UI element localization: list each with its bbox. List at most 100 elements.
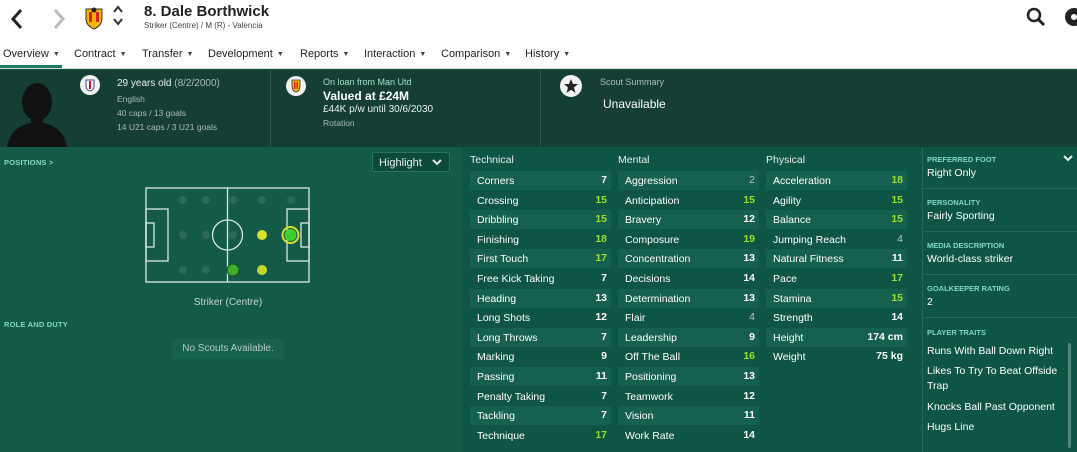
chevron-down-icon: ▼ bbox=[504, 51, 512, 58]
attribute-value: 15 bbox=[595, 193, 607, 206]
trait-item[interactable]: Knocks Ball Past Opponent bbox=[927, 400, 1067, 415]
chevron-down-icon[interactable] bbox=[1063, 153, 1073, 166]
attribute-name: Corners bbox=[477, 175, 515, 187]
attribute-row-first-touch[interactable]: First Touch 17 bbox=[470, 249, 611, 269]
attribute-row-strength[interactable]: Strength 14 bbox=[766, 308, 907, 327]
attribute-name: Pace bbox=[773, 273, 797, 285]
trait-item[interactable]: Hugs Line bbox=[927, 420, 1067, 435]
attribute-row-tackling[interactable]: Tackling 7 bbox=[470, 406, 611, 426]
trait-item[interactable]: Runs With Ball Down Right bbox=[927, 344, 1067, 359]
divider bbox=[923, 188, 1077, 189]
technical-heading: Technical bbox=[470, 154, 514, 166]
attribute-row-balance[interactable]: Balance 15 bbox=[766, 210, 907, 230]
highlight-dropdown[interactable]: Highlight bbox=[372, 152, 450, 172]
attribute-value: 16 bbox=[743, 350, 755, 363]
role-duty-heading: ROLE AND DUTY bbox=[4, 320, 68, 329]
u21-caps: 14 U21 caps / 3 U21 goals bbox=[117, 122, 218, 132]
attribute-row-decisions[interactable]: Decisions 14 bbox=[618, 269, 759, 288]
attribute-row-determination[interactable]: Determination 13 bbox=[618, 288, 759, 308]
attribute-row-weight[interactable]: Weight 75 kg bbox=[766, 347, 907, 366]
back-button[interactable] bbox=[10, 5, 24, 34]
valencia-crest-icon[interactable] bbox=[286, 76, 306, 96]
player-info-strip: 29 years old (8/2/2000) English 40 caps … bbox=[0, 70, 1077, 147]
tab-interaction[interactable]: Interaction ▼ bbox=[364, 48, 426, 60]
attribute-row-jumping-reach[interactable]: Jumping Reach 4 bbox=[766, 230, 907, 249]
attribute-row-bravery[interactable]: Bravery 12 bbox=[618, 210, 759, 230]
tab-reports[interactable]: Reports ▼ bbox=[300, 48, 349, 60]
attribute-name: Jumping Reach bbox=[773, 233, 846, 246]
attribute-row-stamina[interactable]: Stamina 15 bbox=[766, 288, 907, 308]
attribute-row-composure[interactable]: Composure 19 bbox=[618, 230, 759, 249]
no-scouts-message: No Scouts Available. bbox=[172, 339, 284, 359]
attribute-name: Concentration bbox=[625, 253, 691, 266]
attribute-row-finishing[interactable]: Finishing 18 bbox=[470, 230, 611, 249]
chevron-down-icon: ▼ bbox=[186, 51, 194, 58]
tab-transfer[interactable]: Transfer ▼ bbox=[142, 48, 193, 60]
attribute-name: Composure bbox=[625, 233, 680, 246]
attribute-name: Free Kick Taking bbox=[477, 273, 555, 285]
attribute-row-agility[interactable]: Agility 15 bbox=[766, 191, 907, 210]
up-down-chevron-icon[interactable] bbox=[112, 3, 124, 32]
forward-button[interactable] bbox=[52, 5, 66, 34]
attribute-row-aggression[interactable]: Aggression 2 bbox=[618, 171, 759, 190]
attribute-row-flair[interactable]: Flair 4 bbox=[618, 308, 759, 327]
tab-overview[interactable]: Overview ▼ bbox=[3, 48, 60, 60]
tab-contract[interactable]: Contract ▼ bbox=[74, 48, 127, 60]
tab-development[interactable]: Development ▼ bbox=[208, 48, 284, 60]
attribute-name: First Touch bbox=[477, 253, 529, 266]
attribute-row-vision[interactable]: Vision 11 bbox=[618, 406, 759, 426]
attribute-name: Agility bbox=[773, 194, 802, 207]
attribute-row-free-kick-taking[interactable]: Free Kick Taking 7 bbox=[470, 269, 611, 288]
attribute-row-concentration[interactable]: Concentration 13 bbox=[618, 249, 759, 269]
divider bbox=[923, 274, 1077, 275]
tab-history[interactable]: History ▼ bbox=[525, 48, 570, 60]
positions-heading[interactable]: POSITIONS > bbox=[4, 158, 54, 167]
scout-summary-title: Scout Summary bbox=[600, 77, 665, 87]
attribute-value: 15 bbox=[743, 193, 755, 206]
attribute-row-passing[interactable]: Passing 11 bbox=[470, 367, 611, 386]
attribute-row-technique[interactable]: Technique 17 bbox=[470, 426, 611, 445]
attribute-row-marking[interactable]: Marking 9 bbox=[470, 347, 611, 366]
attribute-row-corners[interactable]: Corners 7 bbox=[470, 171, 611, 190]
attribute-row-long-throws[interactable]: Long Throws 7 bbox=[470, 327, 611, 347]
attribute-row-work-rate[interactable]: Work Rate 14 bbox=[618, 426, 759, 445]
tab-comparison[interactable]: Comparison ▼ bbox=[441, 48, 511, 60]
attribute-value: 11 bbox=[743, 409, 755, 422]
attribute-name: Aggression bbox=[625, 175, 678, 187]
attribute-row-acceleration[interactable]: Acceleration 18 bbox=[766, 171, 907, 190]
attribute-row-penalty-taking[interactable]: Penalty Taking 7 bbox=[470, 387, 611, 406]
attribute-value: 9 bbox=[749, 330, 755, 343]
attribute-row-teamwork[interactable]: Teamwork 12 bbox=[618, 387, 759, 406]
attribute-row-anticipation[interactable]: Anticipation 15 bbox=[618, 191, 759, 210]
position-dot-striker bbox=[284, 229, 297, 241]
chevron-down-icon: ▼ bbox=[52, 51, 60, 58]
media-description-value: World-class striker bbox=[927, 253, 1014, 265]
attribute-value: 7 bbox=[601, 272, 607, 284]
attribute-row-dribbling[interactable]: Dribbling 15 bbox=[470, 210, 611, 230]
attribute-row-positioning[interactable]: Positioning 13 bbox=[618, 367, 759, 386]
attribute-row-leadership[interactable]: Leadership 9 bbox=[618, 327, 759, 347]
attribute-row-natural-fitness[interactable]: Natural Fitness 11 bbox=[766, 249, 907, 269]
details-panel: PREFERRED FOOT Right Only PERSONALITY Fa… bbox=[922, 147, 1077, 452]
attribute-row-crossing[interactable]: Crossing 15 bbox=[470, 191, 611, 210]
football-icon[interactable] bbox=[1064, 7, 1077, 27]
search-icon[interactable] bbox=[1026, 7, 1046, 27]
active-tab-indicator bbox=[0, 65, 62, 68]
attribute-row-long-shots[interactable]: Long Shots 12 bbox=[470, 308, 611, 327]
positions-panel: POSITIONS > Highlight Striker (Centre) R… bbox=[0, 147, 462, 452]
attribute-row-pace[interactable]: Pace 17 bbox=[766, 269, 907, 288]
main-content: POSITIONS > Highlight Striker (Centre) R… bbox=[0, 147, 1077, 452]
attribute-value: 2 bbox=[749, 174, 755, 186]
attribute-row-height[interactable]: Height 174 cm bbox=[766, 327, 907, 347]
england-flag-icon[interactable] bbox=[80, 75, 100, 95]
attribute-name: Long Throws bbox=[477, 331, 538, 344]
chevron-right-icon bbox=[53, 9, 66, 29]
trait-item[interactable]: Likes To Try To Beat Offside Trap bbox=[927, 364, 1067, 394]
attribute-row-heading[interactable]: Heading 13 bbox=[470, 288, 611, 308]
attribute-name: Dribbling bbox=[477, 214, 519, 227]
attribute-name: Passing bbox=[477, 371, 515, 383]
loan-status-link[interactable]: On loan from Man Utd bbox=[323, 77, 412, 87]
traits-scrollbar[interactable] bbox=[1068, 343, 1071, 448]
club-crest-icon[interactable] bbox=[84, 6, 104, 30]
attribute-row-off-the-ball[interactable]: Off The Ball 16 bbox=[618, 347, 759, 366]
